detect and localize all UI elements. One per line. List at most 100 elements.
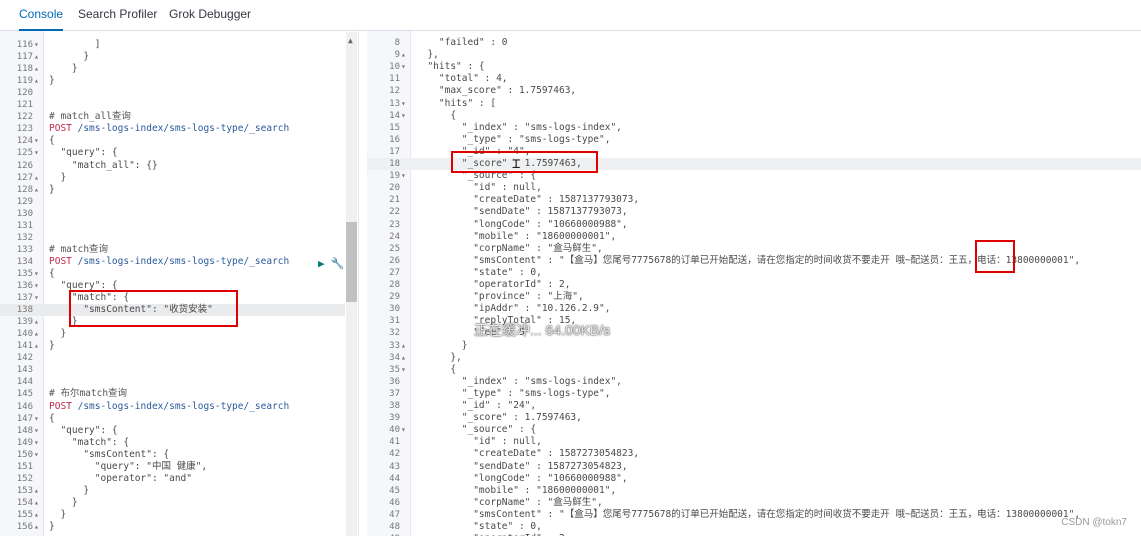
line-number: 24 xyxy=(389,231,400,242)
fold-toggle-icon[interactable]: ▾ xyxy=(34,292,42,304)
code-line: 122 # match_all查询 xyxy=(0,111,345,123)
fold-toggle-icon[interactable]: ▴ xyxy=(34,509,42,521)
code-line: 118 ▴ } xyxy=(0,63,345,75)
line-number: 20 xyxy=(389,183,400,194)
line-number: 139 xyxy=(16,317,33,328)
code-text: } xyxy=(49,183,55,195)
code-text: POST /sms-logs-index/sms-logs-type/_sear… xyxy=(49,256,289,268)
request-actions: ▶ 🔧 xyxy=(318,257,344,270)
line-number: 29 xyxy=(389,292,400,303)
fold-toggle-icon[interactable]: ▾ xyxy=(401,170,409,182)
fold-toggle-icon[interactable]: ▴ xyxy=(401,49,409,61)
fold-toggle-icon[interactable]: ▴ xyxy=(34,184,42,196)
code-line: 24 "mobile" : "18600000001", xyxy=(367,231,1141,243)
code-line: 25 "corpName" : "盒马鲜生", xyxy=(367,243,1141,255)
code-text: "mobile" : "18600000001", xyxy=(416,230,617,242)
tab-console[interactable]: Console xyxy=(19,0,64,31)
fold-toggle-icon[interactable]: ▴ xyxy=(34,485,42,497)
line-number: 125 xyxy=(16,148,33,159)
fold-toggle-icon[interactable]: ▾ xyxy=(401,424,409,436)
line-number: 143 xyxy=(16,365,33,376)
fold-toggle-icon[interactable]: ▾ xyxy=(401,61,409,73)
line-number: 19 xyxy=(389,171,400,182)
code-line: 119 ▴} xyxy=(0,75,345,87)
play-icon[interactable]: ▶ xyxy=(318,257,325,270)
fold-toggle-icon[interactable]: ▴ xyxy=(34,51,42,63)
fold-toggle-icon[interactable]: ▴ xyxy=(34,75,42,87)
code-line: 23 "longCode" : "10660000988", xyxy=(367,219,1141,231)
code-text: }, xyxy=(416,351,462,363)
code-text: "corpName" : "盒马鲜生", xyxy=(416,496,603,508)
fold-toggle-icon[interactable]: ▾ xyxy=(34,413,42,425)
line-number: 149 xyxy=(16,437,33,448)
fold-toggle-icon[interactable]: ▾ xyxy=(34,425,42,437)
fold-toggle-icon[interactable]: ▴ xyxy=(401,352,409,364)
request-editor[interactable]: 116 ▾ ] 117 ▴ } 118 ▴ } 119 ▴} 120 121 122 # match_… xyxy=(0,31,358,536)
line-number: 11 xyxy=(389,74,400,85)
code-text: "hits" : { xyxy=(416,61,485,73)
fold-toggle-icon[interactable]: ▾ xyxy=(34,147,42,159)
line-number: 129 xyxy=(16,196,33,207)
line-number: 136 xyxy=(16,281,33,291)
fold-toggle-icon[interactable]: ▾ xyxy=(34,437,42,449)
fold-toggle-icon[interactable]: ▾ xyxy=(34,268,42,280)
fold-toggle-icon[interactable]: ▴ xyxy=(34,521,42,533)
code-line: 42 "createDate" : 1587273054823, xyxy=(367,448,1141,460)
fold-toggle-icon[interactable]: ▴ xyxy=(34,172,42,184)
code-text: "hits" : [ xyxy=(416,97,497,109)
code-line: 26 "smsContent" : "【盒马】您尾号7775678的订单已开始配… xyxy=(367,255,1141,267)
scroll-up-arrow-icon[interactable]: ▲ xyxy=(348,36,353,45)
fold-toggle-icon[interactable]: ▾ xyxy=(34,39,42,51)
fold-toggle-icon[interactable]: ▴ xyxy=(34,63,42,75)
fold-toggle-icon[interactable]: ▾ xyxy=(401,98,409,110)
fold-toggle-icon[interactable]: ▴ xyxy=(34,316,42,328)
code-text: } xyxy=(49,171,67,183)
code-text: "longCode" : "10660000988", xyxy=(416,218,628,230)
fold-toggle-icon[interactable]: ▾ xyxy=(34,280,42,292)
code-text: { xyxy=(49,135,55,147)
code-line: 15 "_index" : "sms-logs-index", xyxy=(367,122,1141,134)
buffering-overlay: 正在缓冲... 64.00KB/s xyxy=(474,322,611,338)
code-text: "_type" : "sms-logs-type", xyxy=(416,133,611,145)
fold-toggle-icon[interactable]: ▾ xyxy=(34,135,42,147)
code-text: } xyxy=(49,328,67,340)
request-path: /sms-logs-index/sms-logs-type/_search xyxy=(71,255,290,267)
fold-toggle-icon[interactable]: ▴ xyxy=(34,497,42,509)
line-number: 45 xyxy=(389,485,400,496)
code-text: { xyxy=(416,363,457,375)
line-number: 14 xyxy=(389,110,400,121)
line-number: 37 xyxy=(389,388,400,399)
code-line: 20 "id" : null, xyxy=(367,182,1141,194)
code-line: 153 ▴ } xyxy=(0,485,345,497)
line-number: 15 xyxy=(389,122,400,133)
line-number: 119 xyxy=(16,76,33,87)
line-number: 124 xyxy=(16,136,33,147)
code-line: 39 "_score" : 1.7597463, xyxy=(367,412,1141,424)
code-text: "max_score" : 1.7597463, xyxy=(416,85,577,97)
code-line: 120 xyxy=(0,87,345,99)
code-text: "sendDate" : 1587137793073, xyxy=(416,206,628,218)
code-line: 22 "sendDate" : 1587137793073, xyxy=(367,206,1141,218)
code-line: 133 # match查询 xyxy=(0,244,345,256)
code-text: "_type" : "sms-logs-type", xyxy=(416,387,611,399)
tab-search-profiler[interactable]: Search Profiler xyxy=(78,0,157,29)
code-line: 8 "failed" : 0 xyxy=(367,37,1141,49)
code-text: POST /sms-logs-index/sms-logs-type/_sear… xyxy=(49,123,289,135)
line-number: 133 xyxy=(16,244,33,255)
line-number: 25 xyxy=(389,243,400,254)
fold-toggle-icon[interactable]: ▾ xyxy=(401,364,409,376)
code-text: # 布尔match查询 xyxy=(49,388,128,400)
line-number: 146 xyxy=(16,401,33,412)
request-scrollbar-thumb[interactable] xyxy=(346,222,357,302)
fold-toggle-icon[interactable]: ▴ xyxy=(34,340,42,352)
tab-grok-debugger[interactable]: Grok Debugger xyxy=(169,0,251,29)
line-number: 156 xyxy=(16,522,33,532)
fold-toggle-icon[interactable]: ▾ xyxy=(401,110,409,122)
fold-toggle-icon[interactable]: ▴ xyxy=(34,328,42,340)
line-number: 147 xyxy=(16,413,33,424)
wrench-icon[interactable]: 🔧 xyxy=(331,257,345,270)
fold-toggle-icon[interactable]: ▴ xyxy=(401,340,409,352)
code-text: "_source" : { xyxy=(416,424,537,436)
fold-toggle-icon[interactable]: ▾ xyxy=(34,449,42,461)
code-text: "mobile" : "18600000001", xyxy=(416,484,617,496)
